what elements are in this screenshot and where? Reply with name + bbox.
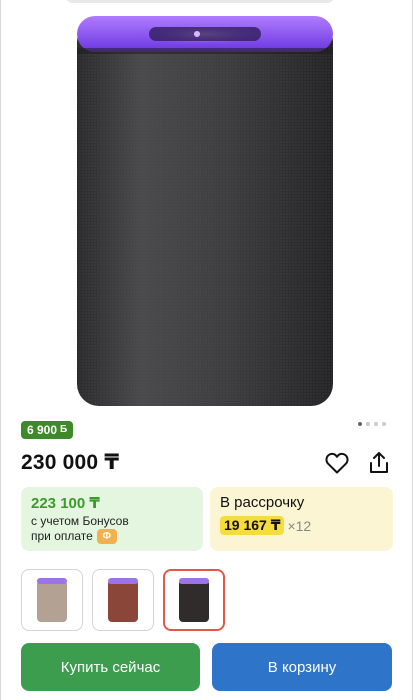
gallery-dot[interactable] bbox=[366, 422, 370, 426]
variant-thumb-beige[interactable] bbox=[21, 569, 83, 631]
payment-chip-icon: Ф bbox=[96, 529, 117, 544]
share-button[interactable] bbox=[365, 449, 393, 477]
bonus-note-line1: с учетом Бонусов bbox=[31, 514, 129, 528]
gallery-dot[interactable] bbox=[358, 422, 362, 426]
bonus-price-card[interactable]: 223 100 ₸ с учетом Бонусов при оплате Ф bbox=[21, 487, 203, 551]
installment-monthly-price: 19 167 ₸ bbox=[220, 516, 285, 535]
share-icon bbox=[370, 452, 388, 473]
product-gallery[interactable] bbox=[1, 0, 412, 412]
installment-card[interactable]: В рассрочку 19 167 ₸ ×12 bbox=[210, 487, 393, 551]
speaker-thumbnail-black bbox=[179, 578, 209, 622]
smart-speaker-image bbox=[77, 16, 333, 406]
installment-row: 19 167 ₸ ×12 bbox=[220, 516, 383, 535]
bonus-badge-amount: 6 900 bbox=[27, 423, 58, 437]
bonus-note-line2-row: при оплате Ф bbox=[31, 529, 193, 544]
bonus-coin-icon: Б bbox=[60, 424, 68, 435]
installment-multiplier: ×12 bbox=[287, 517, 312, 534]
gallery-dot[interactable] bbox=[374, 422, 378, 426]
speaker-thumbnail-red bbox=[108, 578, 138, 622]
buy-now-button[interactable]: Купить сейчас bbox=[21, 643, 200, 691]
add-to-cart-button[interactable]: В корзину bbox=[212, 643, 392, 691]
heart-icon bbox=[325, 452, 349, 474]
variant-thumb-black[interactable] bbox=[163, 569, 225, 631]
installment-title: В рассрочку bbox=[220, 494, 305, 511]
variant-thumb-red[interactable] bbox=[92, 569, 154, 631]
product-page: 6 900 Б 230 000 ₸ 223 100 ₸ с учетом Бон… bbox=[0, 0, 413, 700]
gallery-dots bbox=[358, 422, 386, 426]
bonus-badge: 6 900 Б bbox=[21, 421, 74, 439]
favorite-button[interactable] bbox=[323, 449, 351, 477]
speaker-thumbnail-beige bbox=[37, 578, 67, 622]
product-price: 230 000 ₸ bbox=[21, 451, 120, 474]
bonus-note-line2: при оплате bbox=[31, 529, 93, 543]
bonus-price: 223 100 ₸ bbox=[31, 495, 100, 512]
gallery-dot[interactable] bbox=[382, 422, 386, 426]
